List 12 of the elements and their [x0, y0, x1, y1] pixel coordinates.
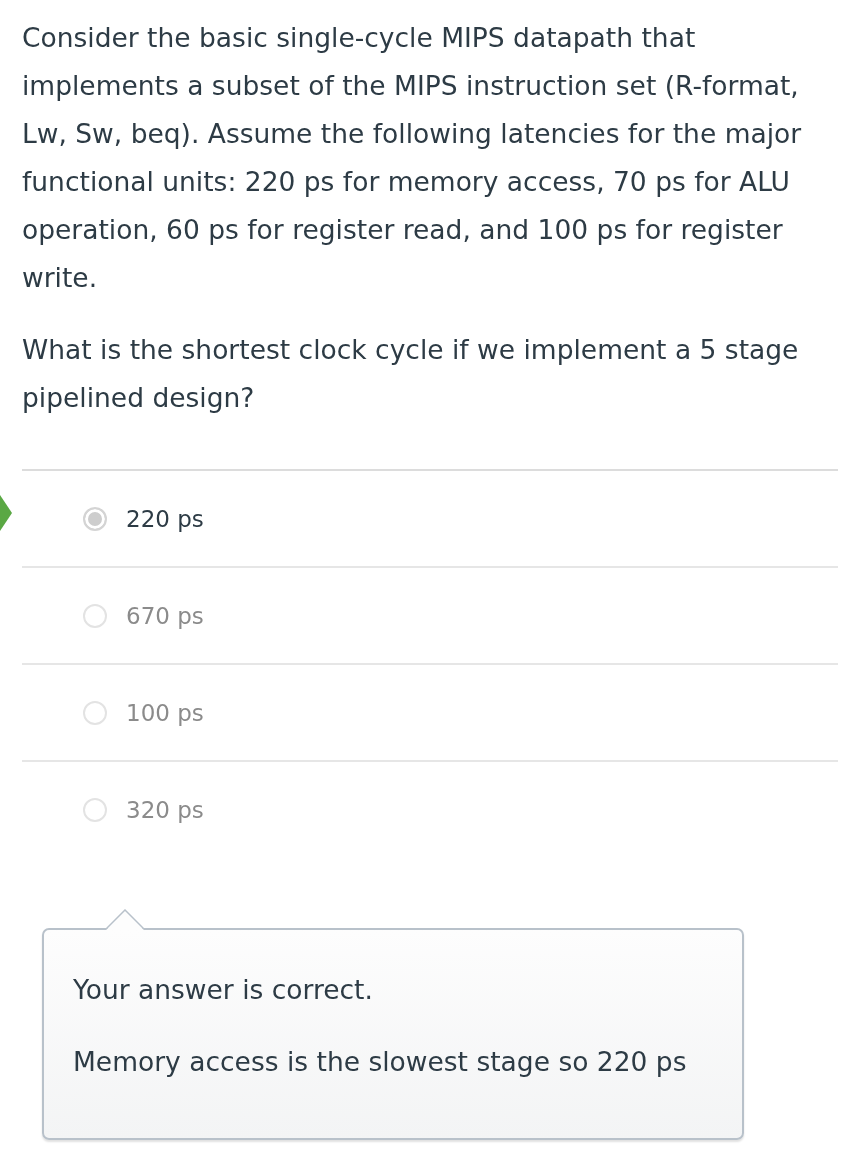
answer-label[interactable]: 100 ps [126, 699, 204, 726]
feedback-text: Memory access is the slowest stage so 220 ps [73, 1045, 688, 1079]
answer-label[interactable]: 220 ps [126, 505, 204, 532]
radio-button[interactable] [83, 603, 107, 628]
feedback-text: Your answer is correct. [73, 973, 374, 1007]
answer-label[interactable]: 320 ps [126, 796, 204, 823]
radio-button[interactable] [83, 797, 107, 822]
radio-button[interactable] [83, 506, 107, 531]
question-text: What is the shortest clock cycle if we implement a 5 stage pipelined design? [22, 333, 800, 415]
radio-button[interactable] [83, 700, 107, 725]
answer-label[interactable]: 670 ps [126, 602, 204, 629]
question-text: Consider the basic single-cycle MIPS datapath that implements a subset of the MIPS instruction set (R-format, Lw, Sw, beq). Assume the following latencies for the major functional units: 220 ps for memory access, 70 ps for ALU operation, 60 ps for register read, and 100 ps for register write. [22, 21, 803, 295]
